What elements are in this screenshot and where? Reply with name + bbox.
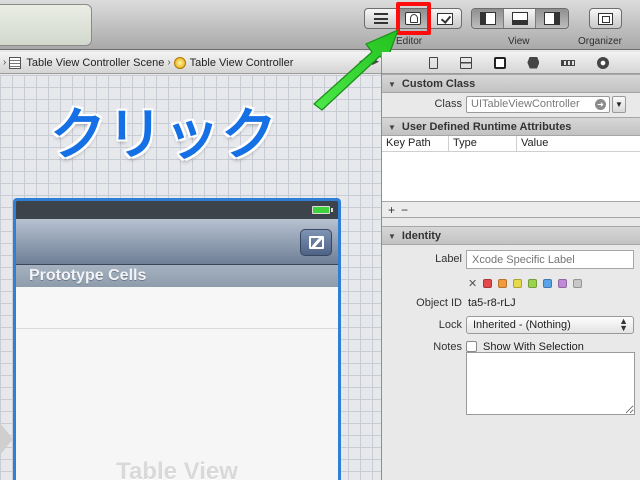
view-segmented-control bbox=[471, 8, 569, 29]
lock-select-value: Inherited - (Nothing) bbox=[473, 319, 571, 331]
navigation-bar[interactable] bbox=[16, 219, 338, 265]
disclosure-triangle-icon: ▼ bbox=[388, 80, 396, 89]
column-value[interactable]: Value bbox=[517, 136, 640, 151]
connections-inspector-icon[interactable] bbox=[597, 56, 610, 69]
debug-area-toggle-button[interactable] bbox=[504, 9, 536, 28]
label-color-swatches: ✕ bbox=[468, 277, 582, 290]
navigator-pane-icon bbox=[479, 12, 496, 25]
navigator-toggle-button[interactable] bbox=[472, 9, 504, 28]
table-view-controller-scene[interactable]: Prototype Cells Table View bbox=[13, 198, 341, 480]
view-label: View bbox=[508, 36, 530, 47]
class-field[interactable]: UITableViewController ➜ bbox=[466, 96, 610, 113]
class-label: Class bbox=[434, 98, 462, 110]
label-color-row: ✕ bbox=[382, 272, 640, 292]
color-swatch-purple[interactable] bbox=[558, 279, 567, 288]
table-view-placeholder-label: Table View bbox=[116, 458, 238, 480]
column-key-path[interactable]: Key Path bbox=[382, 136, 449, 151]
compose-bar-button[interactable] bbox=[300, 229, 332, 256]
view-controller-icon bbox=[173, 56, 186, 69]
quick-help-icon[interactable] bbox=[459, 56, 472, 69]
show-with-selection-checkbox[interactable] bbox=[466, 341, 477, 352]
scene-icon bbox=[9, 56, 22, 69]
jumpbar-chevron-icon: › bbox=[167, 57, 171, 68]
runtime-attributes-toolbar: + − bbox=[382, 202, 640, 218]
organizer-label: Organizer bbox=[578, 36, 622, 47]
compose-icon bbox=[308, 236, 324, 249]
notes-textarea[interactable] bbox=[466, 352, 635, 415]
object-id-label: Object ID bbox=[416, 297, 462, 309]
runtime-attributes-table[interactable]: Key Path Type Value bbox=[382, 136, 640, 202]
organizer-icon bbox=[598, 12, 613, 25]
xcode-label-input[interactable] bbox=[466, 250, 634, 269]
prototype-cells-header: Prototype Cells bbox=[16, 265, 338, 287]
battery-icon bbox=[312, 206, 333, 214]
jumpbar-item-controller[interactable]: Table View Controller bbox=[190, 57, 294, 69]
lock-select[interactable]: Inherited - (Nothing) ▲ ▼ bbox=[466, 316, 634, 334]
activity-view bbox=[0, 4, 92, 46]
label-label: Label bbox=[435, 253, 462, 265]
color-swatch-red[interactable] bbox=[483, 279, 492, 288]
remove-attribute-button[interactable]: − bbox=[401, 203, 408, 217]
class-dropdown-button[interactable]: ▼ bbox=[612, 96, 626, 113]
add-attribute-button[interactable]: + bbox=[388, 203, 395, 217]
size-inspector-icon[interactable] bbox=[561, 59, 576, 66]
click-annotation: クリック bbox=[49, 102, 279, 170]
color-swatch-orange[interactable] bbox=[498, 279, 507, 288]
lock-row: Lock Inherited - (Nothing) ▲ ▼ bbox=[382, 314, 640, 336]
identity-inspector-icon[interactable] bbox=[493, 56, 506, 69]
status-bar bbox=[16, 201, 338, 219]
utilities-inspector: ▼ Custom Class Class UITableViewControlle… bbox=[381, 52, 640, 480]
prototype-cell[interactable] bbox=[16, 287, 338, 329]
color-swatch-blue[interactable] bbox=[543, 279, 552, 288]
utilities-pane-icon bbox=[544, 12, 560, 25]
inspector-tab-bar bbox=[382, 52, 640, 74]
label-row: Label bbox=[382, 248, 640, 272]
organizer-button[interactable] bbox=[589, 8, 622, 29]
attributes-inspector-icon[interactable] bbox=[527, 56, 540, 69]
runtime-attributes-header[interactable]: ▼ User Defined Runtime Attributes bbox=[382, 117, 640, 136]
object-id-row: Object ID ta5-r8-rLJ bbox=[382, 292, 640, 314]
lock-label: Lock bbox=[438, 319, 462, 331]
object-id-value: ta5-r8-rLJ bbox=[468, 297, 516, 309]
color-swatch-green[interactable] bbox=[528, 279, 537, 288]
go-to-class-icon[interactable]: ➜ bbox=[595, 99, 606, 110]
initial-scene-arrow-icon bbox=[0, 423, 13, 455]
utilities-toggle-button[interactable] bbox=[536, 9, 568, 28]
class-field-text: UITableViewController bbox=[471, 98, 580, 110]
file-inspector-icon[interactable] bbox=[428, 56, 438, 69]
identity-title: Identity bbox=[401, 230, 442, 242]
runtime-attributes-columns: Key Path Type Value bbox=[382, 136, 640, 152]
custom-class-title: Custom Class bbox=[401, 78, 476, 90]
custom-class-header[interactable]: ▼ Custom Class bbox=[382, 74, 640, 93]
updown-chevron-icon: ▲ ▼ bbox=[619, 316, 628, 333]
debug-area-icon bbox=[511, 12, 528, 25]
identity-header[interactable]: ▼ Identity bbox=[382, 226, 640, 245]
class-row: Class UITableViewController ➜ ▼ bbox=[382, 93, 640, 117]
column-type[interactable]: Type bbox=[449, 136, 517, 151]
notes-label: Notes bbox=[433, 341, 462, 353]
jumpbar-item-scene[interactable]: Table View Controller Scene bbox=[26, 57, 164, 69]
jumpbar-chevron-icon: › bbox=[3, 57, 7, 68]
disclosure-triangle-icon: ▼ bbox=[388, 123, 396, 132]
color-swatch-yellow[interactable] bbox=[513, 279, 522, 288]
disclosure-triangle-icon: ▼ bbox=[388, 232, 396, 241]
clear-color-icon[interactable]: ✕ bbox=[468, 277, 477, 290]
color-swatch-gray[interactable] bbox=[573, 279, 582, 288]
runtime-attributes-title: User Defined Runtime Attributes bbox=[401, 121, 572, 133]
